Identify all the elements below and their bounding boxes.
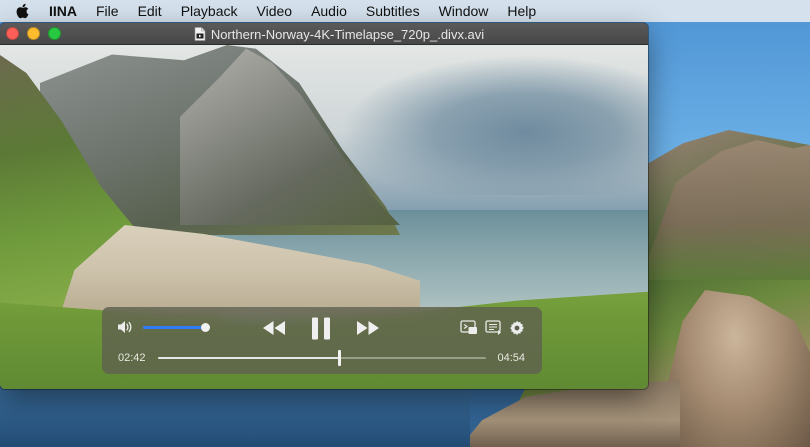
picture-in-picture-icon — [460, 320, 477, 334]
speaker-icon[interactable] — [116, 319, 134, 335]
menu-playback[interactable]: Playback — [181, 3, 238, 19]
document-icon[interactable] — [194, 27, 206, 41]
pause-button[interactable] — [310, 317, 332, 340]
gear-icon — [510, 320, 524, 336]
settings-button[interactable] — [509, 320, 525, 336]
menu-edit[interactable]: Edit — [138, 3, 162, 19]
playback-controls: 02:42 04:54 — [102, 307, 542, 374]
playlist-button[interactable] — [485, 320, 502, 335]
menu-iina[interactable]: IINA — [49, 3, 77, 19]
picture-in-picture-button[interactable] — [460, 320, 478, 335]
total-duration[interactable]: 04:54 — [497, 352, 525, 364]
volume-knob[interactable] — [201, 323, 211, 332]
volume-slider[interactable] — [143, 323, 211, 332]
window-title: Northern-Norway-4K-Timelapse_720p_.divx.… — [210, 26, 485, 42]
video-frame[interactable]: 02:42 04:54 — [0, 45, 648, 389]
volume-fill — [143, 326, 206, 329]
fast-forward-button[interactable] — [356, 319, 380, 337]
menu-subtitles[interactable]: Subtitles — [366, 3, 420, 19]
rewind-icon — [263, 321, 285, 335]
menu-video[interactable]: Video — [257, 3, 293, 19]
wallpaper-sea — [0, 385, 470, 447]
window-title-area: Northern-Norway-4K-Timelapse_720p_.divx.… — [0, 23, 648, 45]
playlist-icon — [485, 320, 501, 335]
menu-window[interactable]: Window — [439, 3, 489, 19]
seek-progress — [158, 357, 339, 359]
window-titlebar[interactable]: Northern-Norway-4K-Timelapse_720p_.divx.… — [0, 23, 648, 45]
menu-file[interactable]: File — [96, 3, 119, 19]
menu-bar: IINA File Edit Playback Video Audio Subt… — [0, 0, 810, 22]
player-window: Northern-Norway-4K-Timelapse_720p_.divx.… — [0, 23, 648, 389]
seek-bar[interactable] — [158, 350, 486, 366]
menu-audio[interactable]: Audio — [311, 3, 347, 19]
fast-forward-icon — [357, 321, 379, 335]
video-clouds — [340, 55, 648, 195]
seek-handle[interactable] — [337, 350, 341, 366]
pause-icon — [312, 317, 330, 340]
apple-icon[interactable] — [14, 2, 30, 20]
rewind-button[interactable] — [262, 319, 286, 337]
elapsed-time: 02:42 — [118, 352, 146, 364]
menu-help[interactable]: Help — [507, 3, 536, 19]
